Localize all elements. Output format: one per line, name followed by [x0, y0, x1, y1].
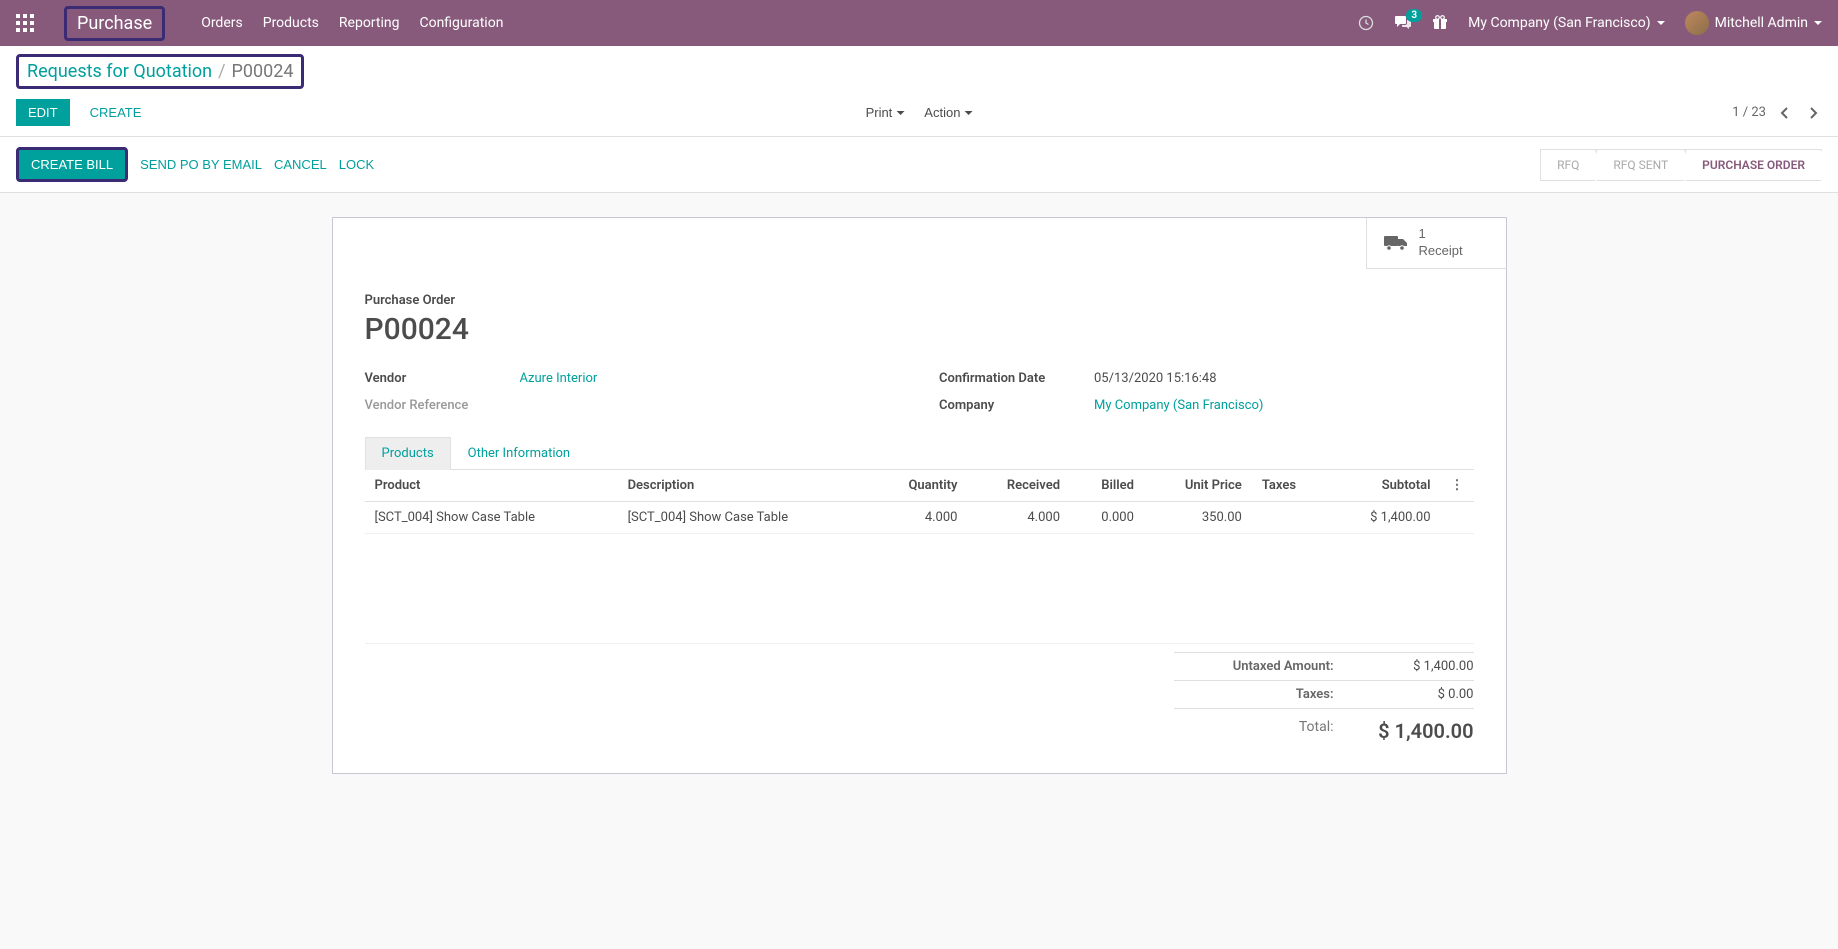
user-name: Mitchell Admin — [1715, 15, 1808, 31]
total-value: $ 1,400.00 — [1374, 719, 1474, 743]
cell-billed: 0.000 — [1070, 501, 1144, 533]
breadcrumb-parent[interactable]: Requests for Quotation — [27, 61, 212, 82]
breadcrumb-current: P00024 — [232, 61, 294, 82]
receipt-count: 1 — [1419, 226, 1463, 243]
create-bill-button[interactable]: Create Bill — [16, 147, 128, 182]
send-po-button[interactable]: Send PO by Email — [140, 157, 262, 172]
cell-product: [SCT_004] Show Case Table — [365, 501, 618, 533]
col-product[interactable]: Product — [365, 470, 618, 502]
menu-products[interactable]: Products — [263, 15, 319, 31]
col-subtotal[interactable]: Subtotal — [1328, 470, 1441, 502]
col-unit-price[interactable]: Unit Price — [1144, 470, 1252, 502]
company-label: Company — [939, 398, 1094, 413]
conversations-icon[interactable]: 3 — [1394, 15, 1412, 31]
cell-unit-price: 350.00 — [1144, 501, 1252, 533]
menu-reporting[interactable]: Reporting — [339, 15, 400, 31]
confirmation-date-value: 05/13/2020 15:16:48 — [1094, 371, 1217, 386]
col-description[interactable]: Description — [618, 470, 871, 502]
vendor-value[interactable]: Azure Interior — [520, 371, 598, 386]
truck-icon — [1383, 233, 1409, 253]
untaxed-value: $ 1,400.00 — [1374, 659, 1474, 674]
col-taxes[interactable]: Taxes — [1252, 470, 1328, 502]
cell-quantity: 4.000 — [871, 501, 968, 533]
receipt-label: Receipt — [1419, 243, 1463, 260]
cancel-button[interactable]: Cancel — [274, 157, 327, 172]
order-number: P00024 — [365, 312, 1474, 347]
cell-subtotal: $ 1,400.00 — [1328, 501, 1441, 533]
create-button[interactable]: Create — [78, 99, 154, 126]
app-title[interactable]: Purchase — [64, 6, 165, 41]
taxes-value: $ 0.00 — [1374, 687, 1474, 702]
control-panel: Requests for Quotation / P00024 Edit Cre… — [0, 46, 1838, 137]
button-box: 1 Receipt — [333, 218, 1506, 269]
col-billed[interactable]: Billed — [1070, 470, 1144, 502]
action-dropdown[interactable]: Action — [916, 101, 980, 124]
form-sheet: 1 Receipt Purchase Order P00024 Vendor A… — [332, 217, 1507, 774]
conversations-badge: 3 — [1406, 9, 1422, 22]
table-row[interactable]: [SCT_004] Show Case Table [SCT_004] Show… — [365, 501, 1474, 533]
status-steps: RFQ RFQ Sent Purchase Order — [1540, 149, 1822, 181]
breadcrumb: Requests for Quotation / P00024 — [16, 54, 304, 89]
vendor-label: Vendor — [365, 371, 520, 386]
top-navbar: Purchase Orders Products Reporting Confi… — [0, 0, 1838, 46]
company-selector[interactable]: My Company (San Francisco) — [1468, 15, 1664, 31]
edit-button[interactable]: Edit — [16, 99, 70, 126]
form-view: 1 Receipt Purchase Order P00024 Vendor A… — [0, 193, 1838, 798]
chevron-down-icon — [1814, 21, 1822, 25]
user-menu[interactable]: Mitchell Admin — [1685, 11, 1822, 35]
clock-icon[interactable] — [1358, 15, 1374, 31]
untaxed-label: Untaxed Amount: — [1174, 659, 1374, 674]
chevron-down-icon — [964, 111, 972, 115]
col-received[interactable]: Received — [967, 470, 1070, 502]
pager-prev[interactable] — [1776, 102, 1794, 124]
vendor-ref-label: Vendor Reference — [365, 398, 520, 413]
status-purchase-order[interactable]: Purchase Order — [1685, 149, 1822, 181]
chevron-down-icon — [1657, 21, 1665, 25]
status-bar: Create Bill Send PO by Email Cancel Lock… — [0, 137, 1838, 193]
menu-orders[interactable]: Orders — [201, 15, 243, 31]
gift-icon[interactable] — [1432, 15, 1448, 31]
order-lines-table: Product Description Quantity Received Bi… — [365, 470, 1474, 644]
company-name: My Company (San Francisco) — [1468, 15, 1650, 31]
confirmation-date-label: Confirmation Date — [939, 371, 1094, 386]
tab-other-information[interactable]: Other Information — [451, 437, 587, 470]
main-menu: Orders Products Reporting Configuration — [201, 15, 503, 31]
status-rfq-sent[interactable]: RFQ Sent — [1596, 149, 1685, 181]
pager-next[interactable] — [1804, 102, 1822, 124]
lock-button[interactable]: Lock — [339, 157, 374, 172]
notebook: Products Other Information Product Descr… — [365, 437, 1474, 749]
col-quantity[interactable]: Quantity — [871, 470, 968, 502]
status-rfq[interactable]: RFQ — [1540, 149, 1596, 181]
pager-value[interactable]: 1 / 23 — [1732, 105, 1766, 120]
company-value[interactable]: My Company (San Francisco) — [1094, 398, 1263, 413]
receipt-stat-button[interactable]: 1 Receipt — [1366, 218, 1506, 269]
cell-taxes — [1252, 501, 1328, 533]
form-title-label: Purchase Order — [365, 293, 1474, 308]
total-label: Total: — [1174, 719, 1374, 743]
menu-configuration[interactable]: Configuration — [419, 15, 503, 31]
chevron-down-icon — [896, 111, 904, 115]
avatar — [1685, 11, 1709, 35]
tab-products[interactable]: Products — [365, 437, 451, 470]
cell-received: 4.000 — [967, 501, 1070, 533]
pager: 1 / 23 — [1732, 102, 1822, 124]
cell-description: [SCT_004] Show Case Table — [618, 501, 871, 533]
print-dropdown[interactable]: Print — [858, 101, 913, 124]
apps-icon[interactable] — [16, 14, 34, 32]
taxes-label: Taxes: — [1174, 687, 1374, 702]
col-options-icon[interactable]: ⋮ — [1441, 470, 1474, 502]
totals: Untaxed Amount: $ 1,400.00 Taxes: $ 0.00… — [365, 652, 1474, 749]
